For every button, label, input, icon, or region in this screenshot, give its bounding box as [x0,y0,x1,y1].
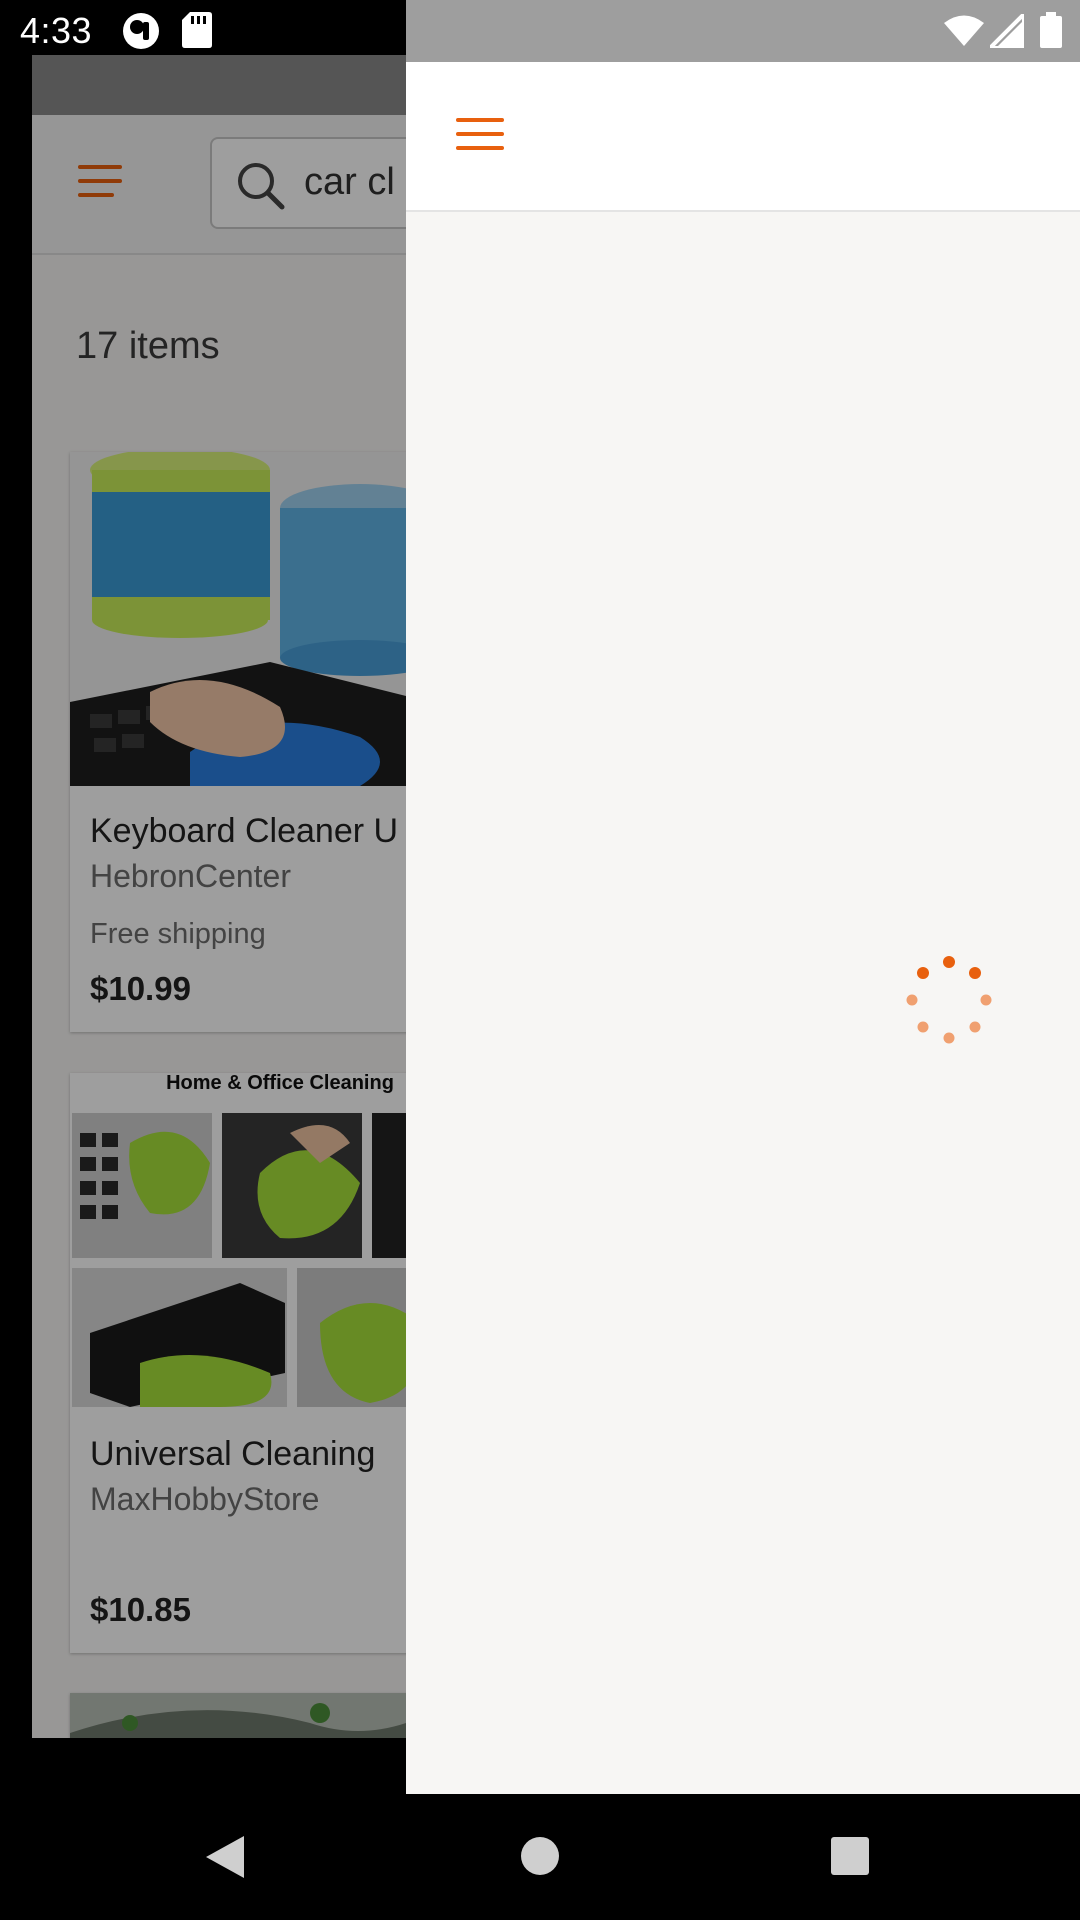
recents-square-icon[interactable] [830,1836,870,1876]
back-triangle-icon[interactable] [204,1834,246,1880]
sd-card-icon [182,12,212,48]
scrim-overlay[interactable] [32,55,406,1738]
search-results-page: car cl 17 items Keyboard Cleaner U Hebro… [32,55,406,1738]
side-panel-header [406,62,1080,212]
battery-icon [1040,12,1062,48]
cell-signal-icon [990,14,1024,48]
notification-circle-icon [123,13,159,49]
loading-spinner-icon [906,956,992,1044]
side-panel-hamburger-icon[interactable] [456,118,504,150]
wifi-icon [944,15,984,46]
status-bar-right [406,0,1080,62]
system-nav-bar [0,1794,1080,1920]
status-bar: 4:33 [0,0,406,62]
status-time: 4:33 [20,10,93,51]
side-panel [406,62,1080,1794]
home-circle-icon[interactable] [520,1836,560,1876]
